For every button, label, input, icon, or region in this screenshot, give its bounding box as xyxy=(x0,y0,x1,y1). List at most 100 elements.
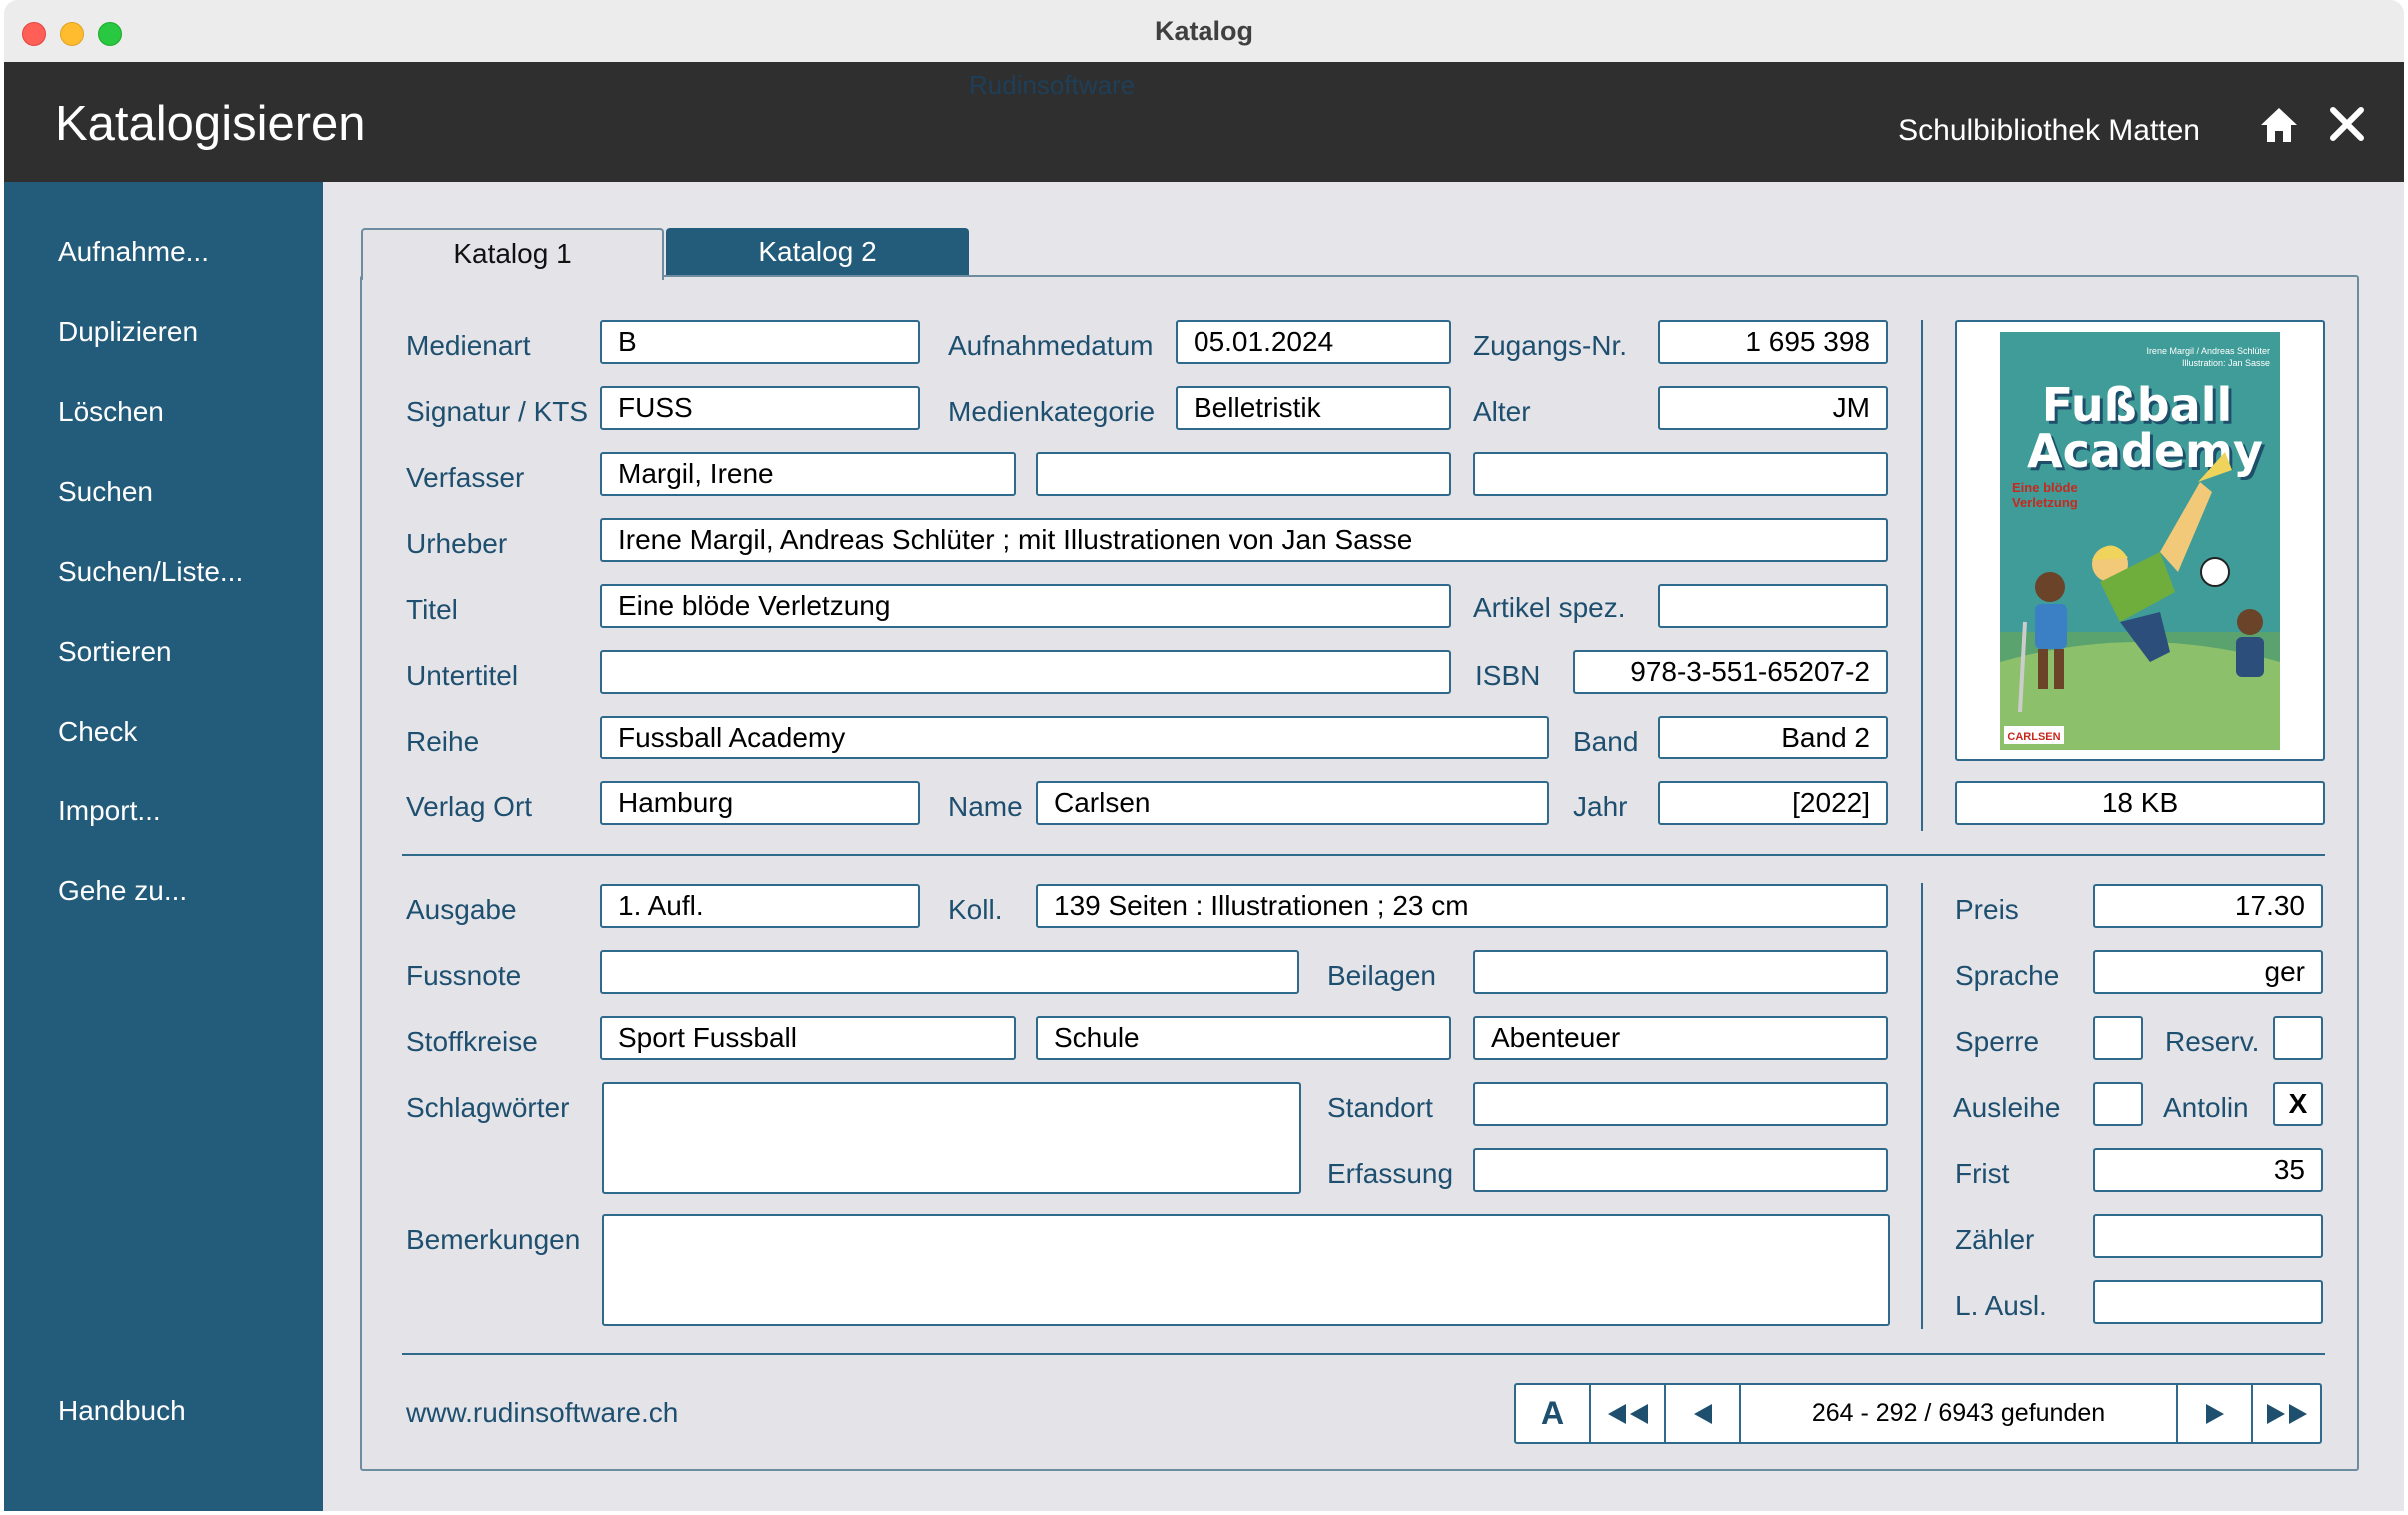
preis-field[interactable]: 17.30 xyxy=(2093,884,2323,928)
koll-label: Koll. xyxy=(948,894,1003,925)
verlag-ort-label: Verlag Ort xyxy=(406,791,533,822)
tab-katalog-2[interactable]: Katalog 2 xyxy=(666,228,969,278)
tab-katalog-1[interactable]: Katalog 1 xyxy=(361,228,664,280)
artikel-spez-field[interactable] xyxy=(1658,584,1888,628)
sidebar-item-suchen-liste[interactable]: Suchen/Liste... xyxy=(58,556,243,588)
stoffkreise-field-1[interactable]: Sport Fussball xyxy=(600,1016,1016,1060)
signatur-label: Signatur / KTS xyxy=(406,396,589,427)
beilagen-label: Beilagen xyxy=(1327,960,1436,991)
erfassung-field[interactable] xyxy=(1473,1148,1888,1192)
svg-text:Verletzung: Verletzung xyxy=(2012,495,2078,510)
sort-a-button[interactable]: A xyxy=(1516,1385,1591,1442)
sidebar-item-suchen[interactable]: Suchen xyxy=(58,476,153,508)
stoffkreise-field-2[interactable]: Schule xyxy=(1036,1016,1451,1060)
sidebar-item-aufnahme[interactable]: Aufnahme... xyxy=(58,236,209,268)
frist-label: Frist xyxy=(1955,1158,2010,1189)
beilagen-field[interactable] xyxy=(1473,950,1888,994)
antolin-label: Antolin xyxy=(2163,1092,2249,1123)
antolin-checkbox[interactable]: X xyxy=(2273,1082,2323,1126)
bemerkungen-label: Bemerkungen xyxy=(406,1224,581,1255)
verlag-ort-field[interactable]: Hamburg xyxy=(600,781,920,825)
medienkategorie-field[interactable]: Belletristik xyxy=(1176,386,1451,430)
verfasser-field-2[interactable] xyxy=(1036,452,1451,496)
bemerkungen-textarea[interactable] xyxy=(602,1214,1890,1326)
jahr-label: Jahr xyxy=(1573,791,1628,822)
zaehler-field[interactable] xyxy=(2093,1214,2323,1258)
footer-divider xyxy=(402,1353,2325,1355)
library-name: Schulbibliothek Matten xyxy=(1898,114,2200,147)
sidebar-item-gehe-zu[interactable]: Gehe zu... xyxy=(58,875,187,907)
previous-icon xyxy=(1693,1403,1712,1424)
record-status: 264 - 292 / 6943 gefunden xyxy=(1741,1385,2178,1442)
svg-text:CARLSEN: CARLSEN xyxy=(2007,731,2060,743)
schlagwoerter-label: Schlagwörter xyxy=(406,1092,570,1123)
next-record-button[interactable] xyxy=(2178,1385,2253,1442)
titel-field[interactable]: Eine blöde Verletzung xyxy=(600,584,1451,628)
aufnahmedatum-label: Aufnahmedatum xyxy=(948,330,1154,361)
previous-record-button[interactable] xyxy=(1666,1385,1741,1442)
sidebar-item-check[interactable]: Check xyxy=(58,716,137,748)
stoffkreise-label: Stoffkreise xyxy=(406,1026,538,1057)
koll-field[interactable]: 139 Seiten : Illustrationen ; 23 cm xyxy=(1036,884,1888,928)
sidebar-item-import[interactable]: Import... xyxy=(58,795,161,827)
zugangs-nr-label: Zugangs-Nr. xyxy=(1473,330,1628,361)
sprache-label: Sprache xyxy=(1955,960,2060,991)
reihe-label: Reihe xyxy=(406,726,480,757)
l-ausl-label: L. Ausl. xyxy=(1955,1290,2047,1321)
first-record-button[interactable] xyxy=(1591,1385,1666,1442)
image-size-field: 18 KB xyxy=(1955,781,2325,825)
reserv-checkbox[interactable] xyxy=(2273,1016,2323,1060)
sidebar-item-duplizieren[interactable]: Duplizieren xyxy=(58,316,198,348)
alter-field[interactable]: JM xyxy=(1658,386,1888,430)
schlagwoerter-textarea[interactable] xyxy=(602,1082,1301,1194)
band-label: Band xyxy=(1573,726,1639,757)
band-field[interactable]: Band 2 xyxy=(1658,716,1888,759)
aufnahmedatum-field[interactable]: 05.01.2024 xyxy=(1176,320,1451,364)
sidebar-item-sortieren[interactable]: Sortieren xyxy=(58,636,172,668)
verlag-name-field[interactable]: Carlsen xyxy=(1036,781,1549,825)
reihe-field[interactable]: Fussball Academy xyxy=(600,716,1549,759)
l-ausl-field[interactable] xyxy=(2093,1280,2323,1324)
jahr-field[interactable]: [2022] xyxy=(1658,781,1888,825)
isbn-label: ISBN xyxy=(1475,660,1541,691)
ausgabe-field[interactable]: 1. Aufl. xyxy=(600,884,920,928)
untertitel-field[interactable] xyxy=(600,650,1451,694)
window-title: Katalog xyxy=(1154,16,1253,46)
standort-field[interactable] xyxy=(1473,1082,1888,1126)
horizontal-divider xyxy=(402,854,2325,856)
next-icon xyxy=(2205,1403,2224,1424)
first-icon xyxy=(1607,1403,1648,1424)
sprache-field[interactable]: ger xyxy=(2093,950,2323,994)
medienkategorie-label: Medienkategorie xyxy=(948,396,1156,427)
sperre-checkbox[interactable] xyxy=(2093,1016,2143,1060)
home-icon[interactable] xyxy=(2259,106,2299,144)
record-navigator: A 264 - 292 / 6943 gefunden xyxy=(1514,1383,2322,1444)
vertical-divider-bottom xyxy=(1921,883,1923,1329)
isbn-field[interactable]: 978-3-551-65207-2 xyxy=(1573,650,1888,694)
urheber-label: Urheber xyxy=(406,528,508,559)
sidebar-item-handbuch[interactable]: Handbuch xyxy=(58,1395,186,1427)
frist-field[interactable]: 35 xyxy=(2093,1148,2323,1192)
signatur-field[interactable]: FUSS xyxy=(600,386,920,430)
last-icon xyxy=(2266,1403,2307,1424)
app-header: Katalogisieren Rudinsoftware Schulbiblio… xyxy=(4,62,2404,182)
medienart-field[interactable]: B xyxy=(600,320,920,364)
verfasser-field-3[interactable] xyxy=(1473,452,1888,496)
close-icon[interactable] xyxy=(2329,106,2365,142)
stoffkreise-field-3[interactable]: Abenteuer xyxy=(1473,1016,1888,1060)
erfassung-label: Erfassung xyxy=(1327,1158,1454,1189)
sidebar-item-loeschen[interactable]: Löschen xyxy=(58,396,164,428)
title-bar: Katalog xyxy=(4,0,2404,63)
ausleihe-checkbox[interactable] xyxy=(2093,1082,2143,1126)
urheber-field[interactable]: Irene Margil, Andreas Schlüter ; mit Ill… xyxy=(600,518,1888,562)
fussnote-field[interactable] xyxy=(600,950,1299,994)
reserv-label: Reserv. xyxy=(2165,1026,2260,1057)
cover-image-frame[interactable]: Irene Margil / Andreas Schlüter Illustra… xyxy=(1955,320,2325,761)
untertitel-label: Untertitel xyxy=(406,660,519,691)
verfasser-field-1[interactable]: Margil, Irene xyxy=(600,452,1016,496)
website-link[interactable]: www.rudinsoftware.ch xyxy=(406,1397,678,1429)
sidebar: Aufnahme... Duplizieren Löschen Suchen S… xyxy=(4,182,323,1511)
last-record-button[interactable] xyxy=(2253,1385,2320,1442)
zugangs-nr-field[interactable]: 1 695 398 xyxy=(1658,320,1888,364)
medienart-label: Medienart xyxy=(406,330,531,361)
